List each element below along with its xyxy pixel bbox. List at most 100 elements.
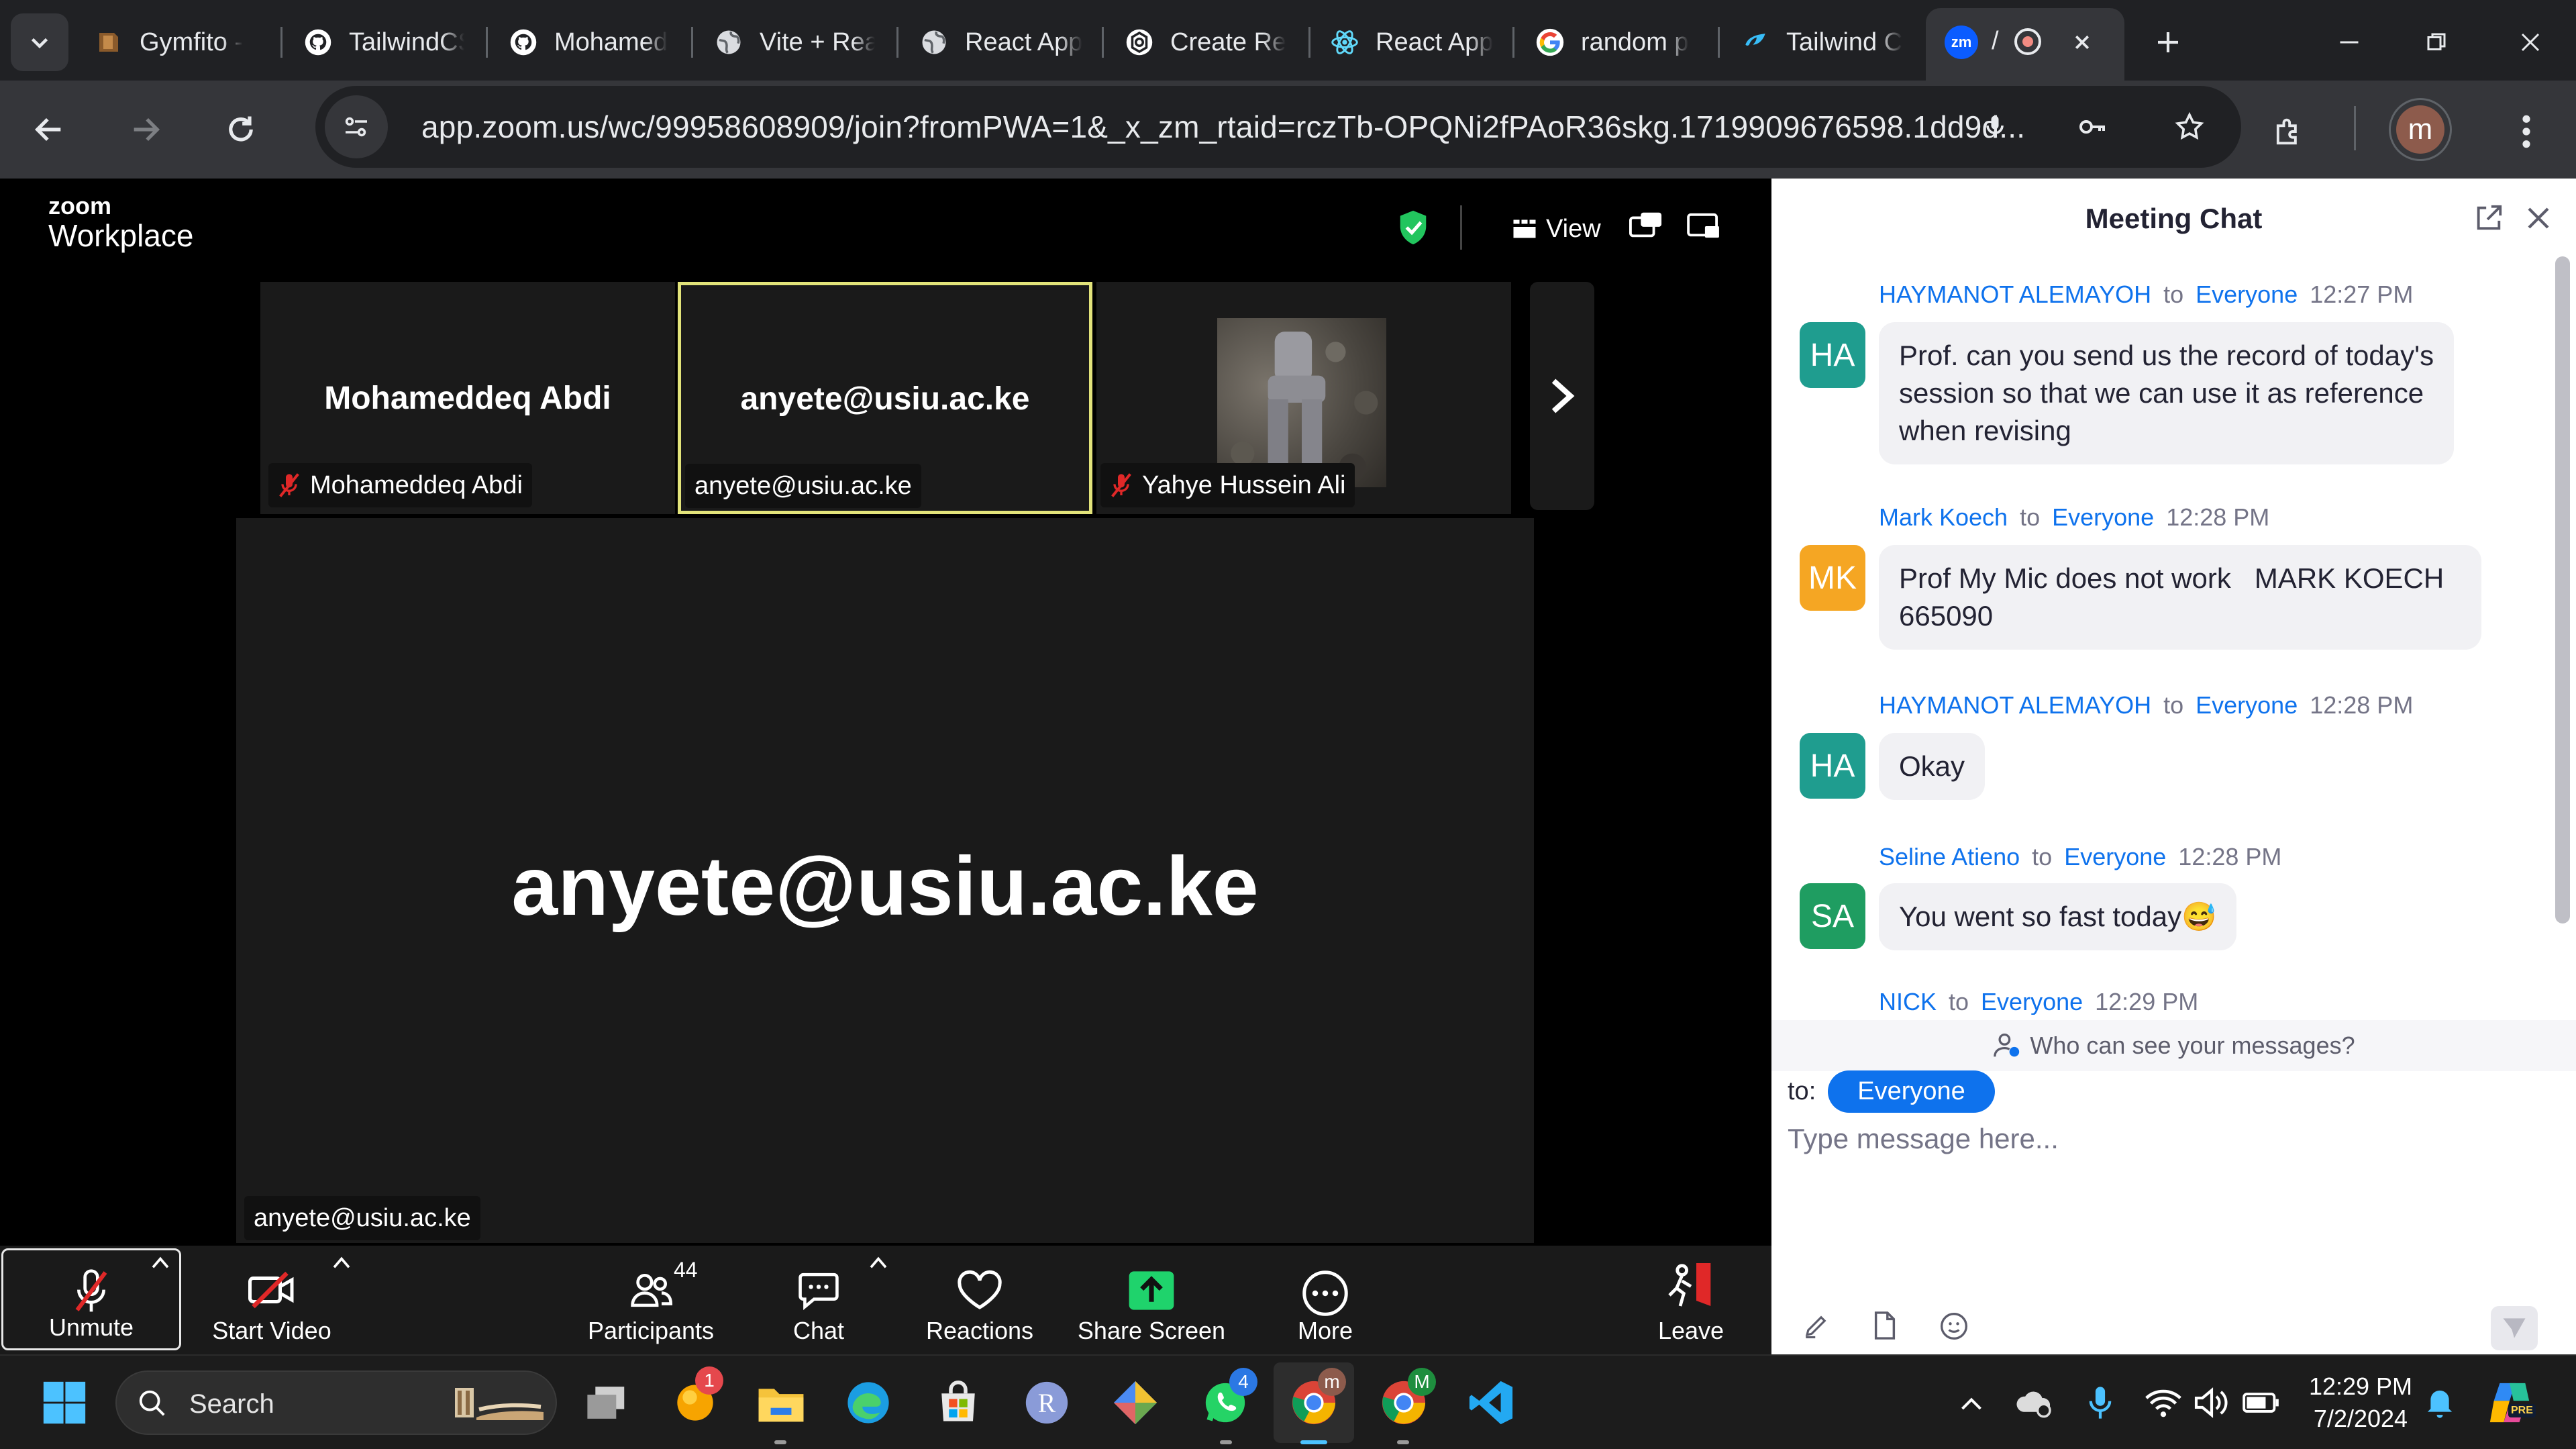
recipient-name[interactable]: Everyone: [2064, 843, 2166, 870]
browser-tab[interactable]: Vite + React: [714, 13, 875, 71]
edge-button[interactable]: [841, 1376, 895, 1430]
vscode-button[interactable]: [1464, 1376, 1518, 1430]
recipient-selector[interactable]: Everyone: [1828, 1070, 1995, 1113]
browser-tab[interactable]: random p: [1535, 13, 1696, 71]
message-bubble[interactable]: You went so fast today😅: [1879, 883, 2237, 950]
participant-tile-active[interactable]: anyete@usiu.ac.ke anyete@usiu.ac.ke: [678, 282, 1092, 514]
onedrive-tray-icon[interactable]: [2008, 1376, 2061, 1430]
message-visibility-info[interactable]: Who can see your messages?: [1771, 1020, 2576, 1071]
site-info-button[interactable]: [325, 95, 388, 158]
browser-tab[interactable]: TailwindCSS: [303, 13, 464, 71]
recipient-name[interactable]: Everyone: [2052, 503, 2154, 531]
browser-tab[interactable]: Gymfito -: [94, 13, 275, 71]
bookmark-button[interactable]: [2169, 106, 2210, 148]
extensions-button[interactable]: [2261, 105, 2315, 158]
chrome-button[interactable]: m: [1287, 1368, 1346, 1430]
encryption-shield-icon[interactable]: [1397, 209, 1429, 246]
more-button[interactable]: More: [1275, 1246, 1376, 1354]
browser-tab[interactable]: React App: [1330, 13, 1498, 71]
forward-button[interactable]: [121, 105, 170, 154]
start-video-button[interactable]: Start Video: [195, 1246, 349, 1354]
emoji-button[interactable]: [1939, 1311, 1969, 1341]
avatar: MK: [1800, 545, 1865, 611]
share-screen-button[interactable]: Share Screen: [1071, 1246, 1232, 1354]
sender-name[interactable]: HAYMANOT ALEMAYOH: [1879, 691, 2151, 719]
plus-icon: [2158, 32, 2178, 52]
address-bar[interactable]: app.zoom.us/wc/99958608909/join?fromPWA=…: [315, 86, 2241, 168]
profile-avatar[interactable]: m: [2389, 98, 2452, 161]
copilot-button[interactable]: PRE: [2483, 1376, 2536, 1430]
chat-button[interactable]: Chat: [772, 1246, 866, 1354]
message-time: 12:29 PM: [2095, 988, 2199, 1015]
participant-tile[interactable]: Mohameddeq Abdi Mohameddeq Abdi: [260, 282, 675, 514]
popout-chat-button[interactable]: [2473, 203, 2504, 234]
browser-tab[interactable]: Tailwind C: [1741, 13, 1908, 71]
gallery-next-button[interactable]: [1530, 282, 1594, 510]
sender-name[interactable]: NICK: [1879, 988, 1937, 1015]
reload-button[interactable]: [216, 105, 266, 154]
close-window-button[interactable]: [2507, 19, 2554, 66]
close-chat-button[interactable]: [2524, 204, 2553, 232]
recipient-name[interactable]: Everyone: [2196, 691, 2298, 719]
message-header: Mark Koech to Everyone 12:28 PM: [1879, 503, 2270, 531]
active-speaker-video[interactable]: anyete@usiu.ac.ke anyete@usiu.ac.ke: [236, 518, 1534, 1243]
chat-options-caret[interactable]: [868, 1255, 888, 1270]
recipient-name[interactable]: Everyone: [2196, 281, 2298, 308]
active-browser-tab[interactable]: zm /: [1926, 8, 2124, 81]
new-tab-button[interactable]: [2145, 19, 2192, 66]
fullscreen-layout-button[interactable]: [1687, 212, 1720, 240]
participant-tile[interactable]: Yahye Hussein Ali: [1096, 282, 1511, 514]
browser-tab[interactable]: React App: [919, 13, 1087, 71]
git-client-button[interactable]: [1109, 1376, 1162, 1430]
send-message-button[interactable]: [2491, 1306, 2538, 1350]
sender-name[interactable]: Seline Atieno: [1879, 843, 2020, 870]
url-text[interactable]: app.zoom.us/wc/99958608909/join?fromPWA=…: [421, 109, 2025, 145]
microphone-tray-icon[interactable]: [2073, 1376, 2127, 1430]
notification-app-button[interactable]: 1: [668, 1366, 723, 1430]
password-key-button[interactable]: [2072, 106, 2114, 148]
sender-name[interactable]: Mark Koech: [1879, 503, 2008, 531]
attach-file-button[interactable]: [1871, 1310, 1899, 1341]
start-button[interactable]: [38, 1376, 91, 1430]
audio-options-caret[interactable]: [150, 1255, 170, 1270]
tab-close-icon[interactable]: [2065, 26, 2099, 59]
chat-message-input[interactable]: [1788, 1115, 2553, 1162]
recipient-name[interactable]: Everyone: [1981, 988, 2083, 1015]
browser-menu-button[interactable]: [2503, 105, 2550, 158]
browser-tab[interactable]: Create Res: [1125, 13, 1286, 71]
show-hidden-icons-button[interactable]: [1945, 1376, 1998, 1430]
chat-scrollbar-thumb[interactable]: [2555, 256, 2570, 923]
browser-tab[interactable]: Mohamed: [509, 13, 670, 71]
message-bubble[interactable]: Prof. can you send us the record of toda…: [1879, 322, 2455, 464]
reactions-button[interactable]: Reactions: [919, 1246, 1040, 1354]
video-options-caret[interactable]: [331, 1255, 352, 1270]
task-view-button[interactable]: [580, 1376, 633, 1430]
file-explorer-button[interactable]: [754, 1376, 808, 1430]
participants-button[interactable]: 44 Participants: [577, 1246, 725, 1354]
restore-window-button[interactable]: [2413, 19, 2460, 66]
sender-name[interactable]: HAYMANOT ALEMAYOH: [1879, 281, 2151, 308]
leave-button[interactable]: Leave: [1637, 1246, 1745, 1354]
notifications-button[interactable]: [2413, 1376, 2467, 1430]
network-tray-icon[interactable]: [2136, 1376, 2190, 1430]
view-button[interactable]: View: [1512, 212, 1601, 246]
battery-tray-icon[interactable]: [2234, 1376, 2288, 1430]
whatsapp-button[interactable]: 4: [1198, 1368, 1257, 1430]
tab-separator: [280, 27, 282, 58]
clock[interactable]: 12:29 PM 7/2/2024: [2302, 1370, 2420, 1435]
format-text-button[interactable]: [1802, 1311, 1831, 1340]
tab-search-button[interactable]: [11, 13, 68, 71]
minimize-video-button[interactable]: [1629, 211, 1663, 240]
taskbar-search[interactable]: Search: [115, 1370, 557, 1435]
chrome-second-profile-button[interactable]: M: [1377, 1368, 1436, 1430]
volume-tray-icon[interactable]: [2185, 1376, 2238, 1430]
message-bubble[interactable]: Okay: [1879, 733, 1986, 800]
tab-separator: [896, 27, 898, 58]
back-button[interactable]: [24, 105, 74, 154]
message-bubble[interactable]: Prof My Mic does not work MARK KOECH 665…: [1879, 545, 2481, 650]
folder-icon: [758, 1389, 804, 1422]
r-app-button[interactable]: R: [1020, 1376, 1074, 1430]
voice-search-button[interactable]: [1974, 106, 2016, 148]
microsoft-store-button[interactable]: [931, 1376, 985, 1430]
minimize-window-button[interactable]: [2326, 19, 2373, 66]
